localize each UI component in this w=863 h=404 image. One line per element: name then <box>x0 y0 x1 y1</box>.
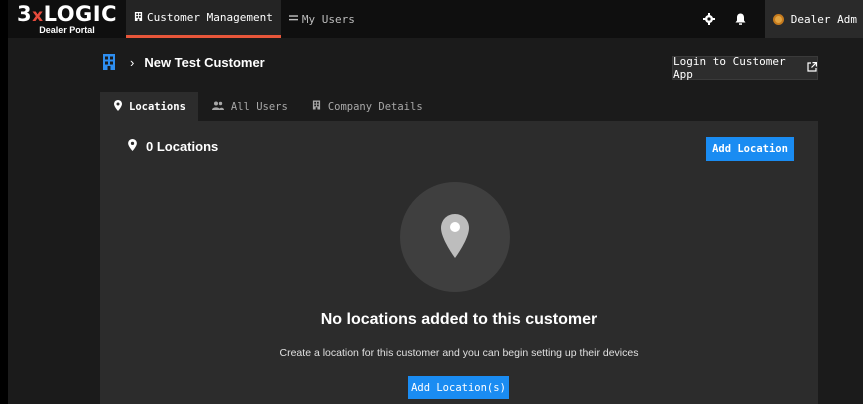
breadcrumb: › New Test Customer <box>100 53 265 71</box>
notification-bell-icon[interactable] <box>725 0 757 38</box>
app-logo[interactable]: 3xLOGIC Dealer Portal <box>8 0 126 38</box>
add-location-button[interactable]: Add Location <box>706 137 794 161</box>
user-menu[interactable]: Dealer Adm <box>764 0 863 38</box>
nav-tab-label: Customer Management <box>147 11 273 24</box>
locations-count-label: 0 Locations <box>146 139 219 154</box>
empty-state-title: No locations added to this customer <box>320 311 598 328</box>
top-navigation: 3xLOGIC Dealer Portal Customer Managemen… <box>8 0 863 38</box>
login-button-label: Login to Customer App <box>673 55 786 81</box>
tab-company-details[interactable]: Company Details <box>298 92 433 121</box>
login-to-customer-app-button[interactable]: Login to Customer App <box>672 55 818 81</box>
logo-wordmark: 3xLOGIC <box>16 1 118 26</box>
customer-tabs: Locations All Users Company Details <box>100 92 433 121</box>
user-name: Dealer Adm <box>790 12 857 26</box>
settings-gear-icon[interactable] <box>693 0 725 38</box>
locations-panel: 0 Locations Add Location No locations ad… <box>100 121 818 404</box>
window-edge <box>0 0 8 404</box>
logo-subtitle: Dealer Portal <box>39 24 95 35</box>
nav-tab-my-users[interactable]: My Users <box>281 0 363 38</box>
customer-building-icon <box>100 53 118 71</box>
empty-state-description: Create a location for this customer and … <box>279 347 639 359</box>
building-icon <box>134 11 143 24</box>
tab-label: Company Details <box>327 100 423 113</box>
map-pin-icon <box>441 214 469 258</box>
locations-count-heading: 0 Locations <box>128 139 218 154</box>
users-icon <box>288 14 298 25</box>
external-link-icon <box>807 61 817 75</box>
nav-tab-customer-management[interactable]: Customer Management <box>126 0 281 38</box>
chevron-right-icon: › <box>130 54 135 70</box>
avatar <box>772 13 784 25</box>
tab-label: All Users <box>230 100 288 113</box>
map-pin-icon <box>128 139 137 154</box>
map-pin-icon <box>114 99 122 114</box>
tab-all-users[interactable]: All Users <box>198 92 298 121</box>
tab-label: Locations <box>129 100 186 113</box>
add-locations-button[interactable]: Add Location(s) <box>408 376 509 399</box>
building-icon <box>312 100 321 113</box>
users-icon <box>211 101 224 113</box>
nav-tab-label: My Users <box>301 12 355 26</box>
empty-state-illustration <box>400 182 510 292</box>
tab-locations[interactable]: Locations <box>100 92 198 121</box>
page-title: New Test Customer <box>144 54 265 70</box>
